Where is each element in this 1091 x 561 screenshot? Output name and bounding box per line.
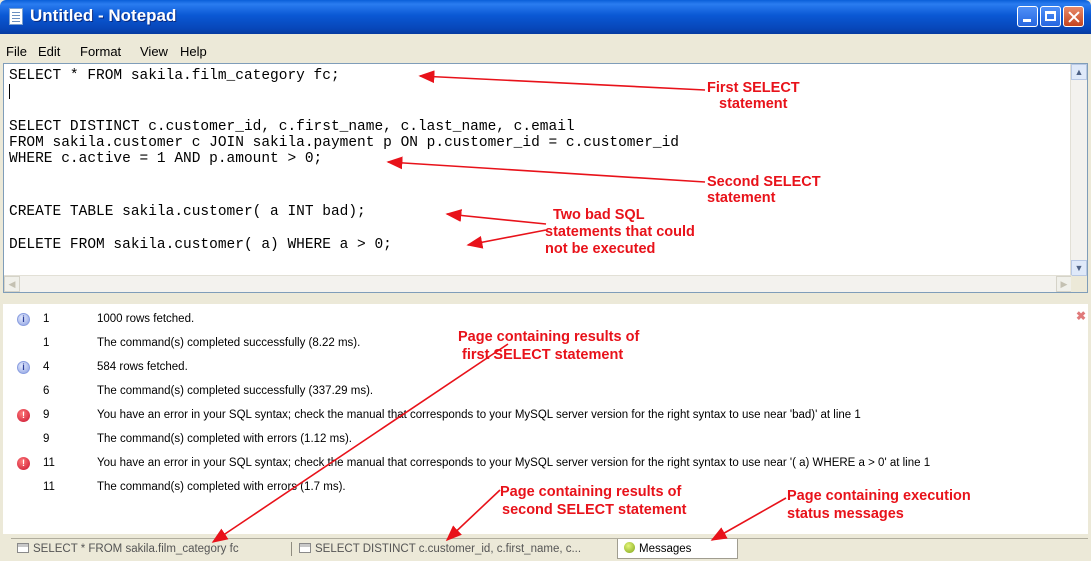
menu-view[interactable]: View — [140, 44, 168, 59]
message-text: The command(s) completed with errors (1.… — [97, 481, 346, 493]
title-bar[interactable]: Untitled - Notepad — [0, 0, 1091, 34]
annotation-line: Two bad SQL — [553, 207, 645, 223]
message-number: 11 — [43, 481, 55, 493]
annotation-first-select: First SELECT statement — [707, 80, 800, 112]
annotation-page-second: Page containing results of second SELECT… — [500, 483, 687, 519]
message-row[interactable]: i 1 1000 rows fetched. — [3, 311, 1088, 329]
info-icon: i — [17, 313, 30, 326]
tab-customer-results[interactable]: SELECT DISTINCT c.customer_id, c.first_n… — [293, 539, 581, 559]
message-row[interactable]: ! 9 You have an error in your SQL syntax… — [3, 407, 1088, 425]
message-number: 1 — [43, 337, 50, 349]
message-number: 9 — [43, 409, 50, 421]
vertical-scrollbar[interactable]: ▲ ▼ — [1070, 64, 1087, 276]
error-icon: ! — [17, 409, 30, 422]
grid-icon — [299, 543, 311, 553]
menu-edit[interactable]: Edit — [38, 44, 60, 59]
message-text: The command(s) completed with errors (1.… — [97, 433, 352, 445]
scroll-left-button[interactable]: ◀ — [4, 276, 20, 292]
annotation-second-select: Second SELECT statement — [707, 174, 821, 206]
annotation-page-messages: Page containing execution status message… — [787, 487, 971, 523]
scroll-right-button[interactable]: ▶ — [1056, 276, 1072, 292]
annotation-line: Page containing results of — [500, 484, 682, 500]
annotation-line: Second SELECT — [707, 174, 821, 190]
result-tabs: SELECT * FROM sakila.film_category fc SE… — [11, 538, 1088, 560]
annotation-line: statement — [719, 96, 788, 112]
code-line: FROM sakila.customer c JOIN sakila.payme… — [9, 135, 680, 151]
scroll-down-button[interactable]: ▼ — [1071, 260, 1087, 276]
text-editor[interactable]: SELECT * FROM sakila.film_category fc; S… — [3, 63, 1088, 293]
horizontal-scrollbar[interactable]: ◀ ▶ — [4, 275, 1072, 292]
close-button[interactable] — [1063, 6, 1084, 27]
message-row[interactable]: 9 The command(s) completed with errors (… — [3, 431, 1088, 449]
text-cursor — [9, 84, 10, 99]
tab-label: SELECT DISTINCT c.customer_id, c.first_n… — [315, 543, 582, 555]
tab-label: Messages — [639, 543, 692, 555]
code-line: CREATE TABLE sakila.customer( a INT bad)… — [9, 204, 366, 220]
annotation-line: statement — [707, 190, 776, 206]
messages-icon — [624, 542, 635, 553]
window-title: Untitled - Notepad — [30, 6, 177, 25]
panel-splitter[interactable] — [0, 294, 1091, 303]
menu-format[interactable]: Format — [80, 44, 121, 59]
message-number: 4 — [43, 361, 50, 373]
message-text: You have an error in your SQL syntax; ch… — [97, 457, 931, 469]
message-text: 584 rows fetched. — [97, 361, 188, 373]
message-row[interactable]: 6 The command(s) completed successfully … — [3, 383, 1088, 401]
message-number: 6 — [43, 385, 50, 397]
minimize-button[interactable] — [1017, 6, 1038, 27]
error-icon: ! — [17, 457, 30, 470]
annotation-line: first SELECT statement — [462, 347, 624, 363]
annotation-line: Page containing execution — [787, 488, 971, 504]
tab-separator — [291, 542, 292, 556]
grid-icon — [17, 543, 29, 553]
code-line: SELECT DISTINCT c.customer_id, c.first_n… — [9, 119, 575, 135]
annotation-bad-sql: Two bad SQL statements that could not be… — [545, 207, 695, 258]
menu-file[interactable]: File — [6, 44, 27, 59]
notepad-icon[interactable] — [9, 8, 23, 25]
annotation-line: second SELECT statement — [502, 502, 687, 518]
message-text: The command(s) completed successfully (8… — [97, 337, 361, 349]
annotation-line: statements that could — [545, 224, 695, 240]
code-line: DELETE FROM sakila.customer( a) WHERE a … — [9, 237, 392, 253]
code-line: WHERE c.active = 1 AND p.amount > 0; — [9, 151, 323, 167]
annotation-line: First SELECT — [707, 80, 800, 96]
tab-label: SELECT * FROM sakila.film_category fc — [33, 543, 239, 555]
message-number: 11 — [43, 457, 55, 469]
annotation-page-first: Page containing results of first SELECT … — [458, 328, 639, 364]
tab-messages[interactable]: Messages — [617, 539, 738, 559]
message-number: 9 — [43, 433, 50, 445]
info-icon: i — [17, 361, 30, 374]
scroll-up-button[interactable]: ▲ — [1071, 64, 1087, 80]
scrollbar-corner — [1071, 276, 1087, 292]
maximize-button[interactable] — [1040, 6, 1061, 27]
menu-bar: File Edit Format View Help — [0, 42, 1091, 62]
menu-help[interactable]: Help — [180, 44, 207, 59]
annotation-line: Page containing results of — [458, 329, 640, 345]
annotation-line: status messages — [787, 506, 904, 522]
message-text: 1000 rows fetched. — [97, 313, 195, 325]
message-text: The command(s) completed successfully (3… — [97, 385, 374, 397]
annotation-line: not be executed — [545, 241, 656, 257]
code-line: SELECT * FROM sakila.film_category fc; — [9, 68, 340, 84]
message-number: 1 — [43, 313, 50, 325]
message-text: You have an error in your SQL syntax; ch… — [97, 409, 861, 421]
tab-film-category-results[interactable]: SELECT * FROM sakila.film_category fc — [11, 539, 239, 559]
message-row[interactable]: ! 11 You have an error in your SQL synta… — [3, 455, 1088, 473]
